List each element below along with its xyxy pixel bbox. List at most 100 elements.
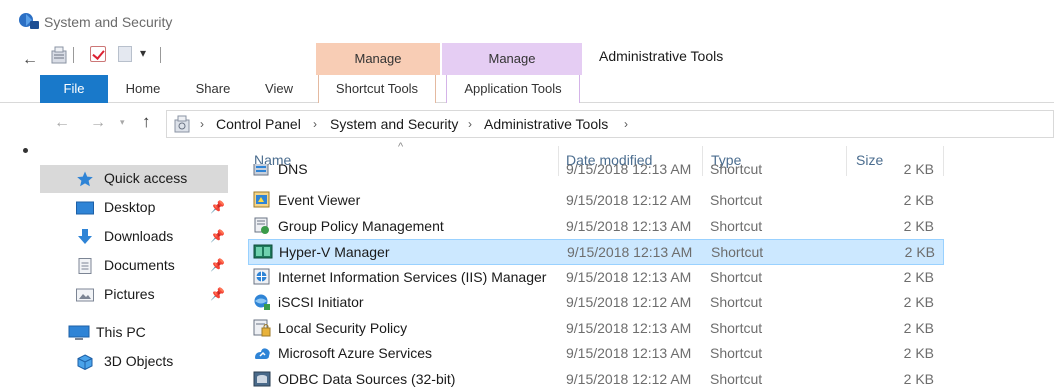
table-row[interactable]: Microsoft Azure Services 9/15/2018 12:13… <box>248 341 944 367</box>
back-arrow-icon[interactable]: ← <box>22 51 38 69</box>
file-name: Group Policy Management <box>278 217 444 234</box>
breadcrumb-separator[interactable]: › <box>468 117 472 131</box>
breadcrumb-separator[interactable]: › <box>313 117 317 131</box>
table-row[interactable]: iSCSI Initiator 9/15/2018 12:12 AM Short… <box>248 290 944 316</box>
tab-shortcut-tools[interactable]: Shortcut Tools <box>318 75 436 103</box>
toolbar-divider <box>73 47 74 63</box>
recent-locations-dropdown-icon[interactable]: ▾ <box>120 117 125 128</box>
file-type: Shortcut <box>710 164 763 177</box>
pin-icon[interactable]: 📌 <box>210 200 225 214</box>
back-button[interactable]: ← <box>54 114 70 132</box>
window-title: System and Security <box>44 14 173 30</box>
nav-item-label: Downloads <box>104 228 174 244</box>
nav-3d-objects[interactable]: 3D Objects <box>40 348 228 376</box>
azure-icon <box>255 348 270 359</box>
file-size: 2 KB <box>903 268 934 285</box>
properties-icon[interactable] <box>50 45 68 65</box>
customize-toolbar-dropdown-icon[interactable]: ▾ <box>140 46 146 60</box>
tab-share[interactable]: Share <box>188 75 238 103</box>
file-name: iSCSI Initiator <box>278 294 364 310</box>
table-row[interactable]: Internet Information Services (IIS) Mana… <box>248 265 944 291</box>
breadcrumb-separator[interactable]: › <box>200 117 204 131</box>
file-date: 9/15/2018 12:13 AM <box>566 217 692 234</box>
group-policy-icon <box>254 217 269 234</box>
file-name: Event Viewer <box>278 192 361 208</box>
nav-downloads[interactable]: Downloads 📌 <box>40 223 228 251</box>
up-button[interactable]: ↑ <box>142 112 151 132</box>
file-name: Local Security Policy <box>278 319 408 336</box>
file-date: 9/15/2018 12:12 AM <box>566 370 692 387</box>
file-list: DNS 9/15/2018 12:13 AM Shortcut 2 KB Eve… <box>248 164 944 387</box>
file-date: 9/15/2018 12:13 AM <box>567 244 693 260</box>
nav-item-label: Pictures <box>104 286 155 302</box>
desktop-folder-icon <box>76 201 94 215</box>
nav-item-label: Documents <box>104 257 175 273</box>
file-size: 2 KB <box>903 192 934 208</box>
hyper-v-icon <box>253 244 273 259</box>
control-panel-icon <box>19 13 39 29</box>
pictures-icon <box>76 288 94 302</box>
file-type: Shortcut <box>710 217 763 234</box>
file-size: 2 KB <box>904 244 935 260</box>
nav-documents[interactable]: Documents 📌 <box>40 252 228 280</box>
context-header-manage-application: Manage <box>442 43 582 75</box>
table-row-selected[interactable]: Hyper-V Manager 9/15/2018 12:13 AM Short… <box>248 239 944 265</box>
nav-pictures[interactable]: Pictures 📌 <box>40 281 228 309</box>
tab-view[interactable]: View <box>256 75 302 103</box>
file-size: 2 KB <box>903 294 934 310</box>
dns-icon <box>253 164 269 176</box>
nav-quick-access[interactable]: Quick access <box>40 165 228 193</box>
context-header-manage-shortcut: Manage <box>316 43 440 75</box>
nav-item-label: Quick access <box>104 170 188 186</box>
breadcrumb-control-panel[interactable]: Control Panel <box>216 116 301 132</box>
table-row[interactable]: Event Viewer 9/15/2018 12:12 AM Shortcut… <box>248 188 944 214</box>
pin-icon[interactable]: 📌 <box>210 229 225 243</box>
context-title: Administrative Tools <box>599 48 724 64</box>
checkmark-icon[interactable] <box>90 46 106 62</box>
file-name: Microsoft Azure Services <box>278 345 433 361</box>
new-folder-icon[interactable] <box>118 46 132 62</box>
odbc-icon <box>253 371 271 386</box>
table-row[interactable]: ODBC Data Sources (32-bit) 9/15/2018 12:… <box>248 367 944 387</box>
nav-desktop[interactable]: Desktop 📌 <box>40 194 228 222</box>
tab-file[interactable]: File <box>40 75 108 103</box>
documents-icon <box>78 258 92 274</box>
expand-indicator <box>23 148 28 153</box>
pin-icon[interactable]: 📌 <box>210 287 225 301</box>
pin-icon[interactable]: 📌 <box>210 258 225 272</box>
file-name: ODBC Data Sources (32-bit) <box>278 370 456 387</box>
security-policy-icon <box>253 319 271 336</box>
file-type: Shortcut <box>711 244 764 260</box>
breadcrumb-separator[interactable]: › <box>624 117 628 131</box>
file-size: 2 KB <box>903 319 934 336</box>
file-date: 9/15/2018 12:12 AM <box>566 192 692 208</box>
file-size: 2 KB <box>903 370 934 387</box>
computer-icon <box>68 325 90 340</box>
file-size: 2 KB <box>903 164 934 177</box>
cube-icon <box>77 354 93 370</box>
iis-icon <box>253 268 270 284</box>
nav-item-label: This PC <box>96 324 146 340</box>
file-type: Shortcut <box>710 192 763 208</box>
table-row[interactable]: DNS 9/15/2018 12:13 AM Shortcut 2 KB <box>248 164 944 188</box>
table-row[interactable]: Group Policy Management 9/15/2018 12:13 … <box>248 214 944 240</box>
tab-application-tools[interactable]: Application Tools <box>446 75 580 103</box>
toolbar-divider <box>160 47 161 63</box>
file-date: 9/15/2018 12:13 AM <box>566 345 692 361</box>
file-date: 9/15/2018 12:13 AM <box>566 164 692 177</box>
file-name: DNS <box>278 164 308 177</box>
nav-item-label: Desktop <box>104 199 156 215</box>
nav-this-pc[interactable]: This PC <box>40 320 228 346</box>
file-date: 9/15/2018 12:13 AM <box>566 268 692 285</box>
file-type: Shortcut <box>710 370 763 387</box>
nav-item-label: 3D Objects <box>104 353 174 369</box>
file-type: Shortcut <box>710 319 763 336</box>
tab-home[interactable]: Home <box>118 75 168 103</box>
breadcrumb-administrative-tools[interactable]: Administrative Tools <box>484 116 608 132</box>
file-type: Shortcut <box>710 268 763 285</box>
administrative-tools-icon <box>174 115 190 133</box>
file-name: Internet Information Services (IIS) Mana… <box>278 268 547 285</box>
forward-button[interactable]: → <box>90 114 106 132</box>
breadcrumb-system-and-security[interactable]: System and Security <box>330 116 458 132</box>
table-row[interactable]: Local Security Policy 9/15/2018 12:13 AM… <box>248 316 944 342</box>
